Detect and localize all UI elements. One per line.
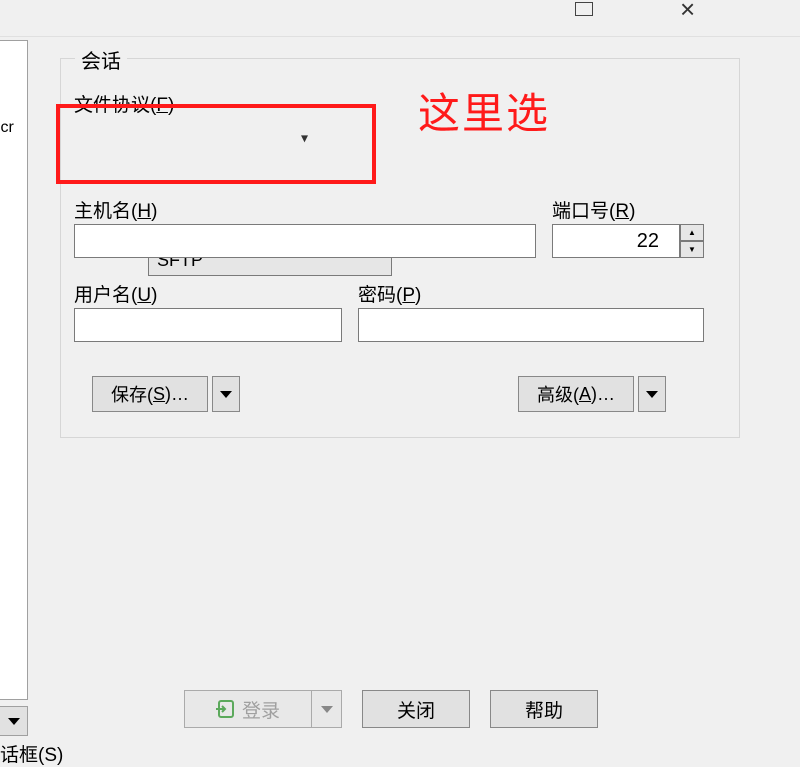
port-up[interactable]: ▲	[680, 224, 704, 241]
port-spinner: ▲ ▼	[680, 224, 704, 258]
maximize-icon[interactable]	[575, 2, 593, 16]
protocol-label: 文件协议(F)	[74, 90, 174, 117]
login-splitbutton: 登录	[184, 690, 342, 728]
chevron-down-icon: ▾	[301, 130, 308, 147]
host-input[interactable]	[74, 224, 536, 258]
save-splitbutton: 保存(S)…	[92, 376, 240, 412]
chevron-down-icon	[646, 391, 658, 398]
username-label: 用户名(U)	[74, 280, 157, 307]
login-dropdown[interactable]	[312, 690, 342, 728]
close-button[interactable]: 关闭	[362, 690, 470, 728]
advanced-button[interactable]: 高级(A)…	[518, 376, 634, 412]
password-input[interactable]	[358, 308, 704, 342]
port-input[interactable]	[552, 224, 680, 258]
help-button[interactable]: 帮助	[490, 690, 598, 728]
annotation-text: 这里选	[418, 80, 550, 141]
chevron-down-icon	[8, 718, 20, 725]
save-dropdown[interactable]	[212, 376, 240, 412]
save-button[interactable]: 保存(S)…	[92, 376, 208, 412]
username-input[interactable]	[74, 308, 342, 342]
close-icon[interactable]: ×	[680, 0, 695, 25]
chevron-down-icon	[220, 391, 232, 398]
dialog-buttons: 登录 关闭 帮助	[184, 690, 598, 728]
password-label: 密码(P)	[358, 280, 421, 307]
sites-dropdown[interactable]	[0, 706, 28, 736]
login-button-label: 登录	[242, 696, 280, 723]
manage-dialog-label: 话框(S)	[0, 740, 63, 767]
login-dialog: × .cr 话框(S) 会话 文件协议(F) SFTP ▾ 这里选 主机名(H)…	[0, 0, 800, 767]
host-label: 主机名(H)	[74, 196, 157, 223]
chevron-down-icon	[321, 706, 333, 713]
advanced-dropdown[interactable]	[638, 376, 666, 412]
sites-tree[interactable]: .cr	[0, 40, 28, 700]
titlebar: ×	[0, 0, 800, 37]
port-down[interactable]: ▼	[680, 241, 704, 258]
advanced-splitbutton: 高级(A)…	[518, 376, 666, 412]
site-item-fragment: .cr	[0, 119, 14, 137]
session-group-label: 会话	[75, 45, 127, 74]
port-label: 端口号(R)	[552, 196, 635, 223]
login-icon	[216, 699, 236, 719]
login-button: 登录	[184, 690, 312, 728]
